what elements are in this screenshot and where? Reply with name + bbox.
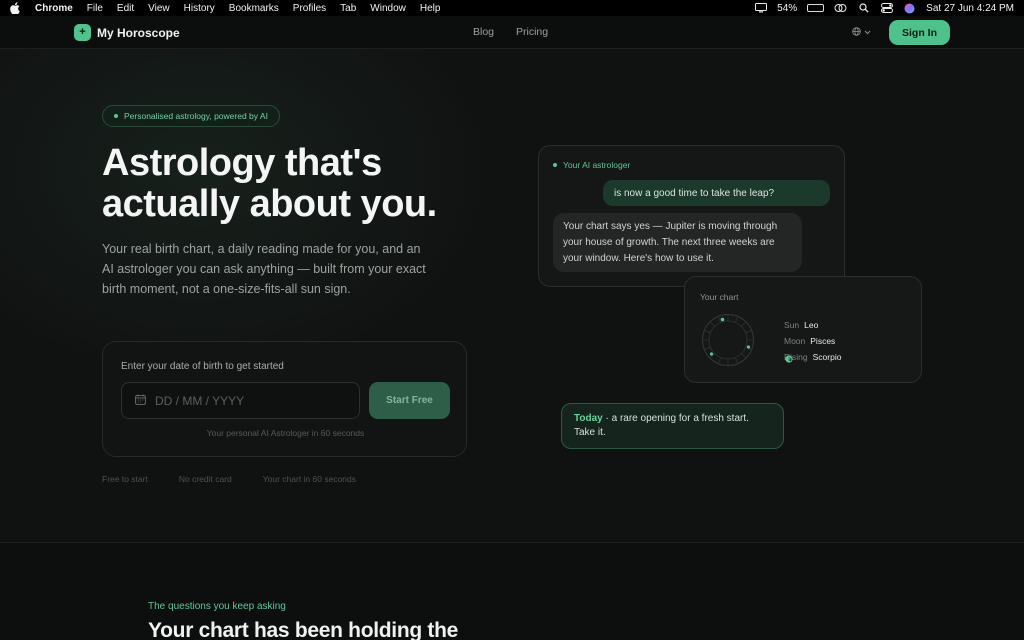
menu-help[interactable]: Help: [420, 3, 441, 14]
perk-free: Free to start: [102, 474, 148, 484]
menu-file[interactable]: File: [87, 3, 103, 14]
screen-mirroring-icon[interactable]: [834, 3, 847, 14]
today-reading-card: Today · a rare opening for a fresh start…: [561, 403, 784, 449]
search-icon[interactable]: [857, 3, 870, 14]
menu-tab[interactable]: Tab: [340, 3, 356, 14]
site-header: + My Horoscope Blog Pricing Sign In: [0, 16, 1024, 49]
menu-view[interactable]: View: [148, 3, 170, 14]
perk-no-card: No credit card: [178, 474, 232, 484]
hero-badge-text: Personalised astrology, powered by AI: [124, 111, 268, 121]
nav-pricing[interactable]: Pricing: [516, 26, 548, 38]
siri-icon[interactable]: [903, 3, 916, 14]
signup-card: Enter your date of birth to get started …: [102, 341, 467, 457]
hero-badge: Personalised astrology, powered by AI: [102, 105, 280, 127]
placements-list: Sun Leo Moon Pisces Rising Scorpio: [769, 319, 841, 363]
menu-app-chrome[interactable]: Chrome: [35, 3, 73, 14]
hero-title: Astrology that's actually about you.: [102, 142, 437, 225]
brand-logo-icon: +: [74, 24, 91, 41]
battery-percent: 54%: [777, 2, 798, 14]
display-icon[interactable]: [754, 3, 767, 14]
menu-bookmarks[interactable]: Bookmarks: [229, 3, 279, 14]
chat-header-text: Your AI astrologer: [563, 160, 631, 170]
perk-fast: Your chart in 60 seconds: [262, 474, 356, 484]
menu-history[interactable]: History: [184, 3, 215, 14]
macos-menu-bar: Chrome File Edit View History Bookmarks …: [0, 0, 1024, 16]
language-selector[interactable]: [852, 27, 871, 38]
chevron-down-icon: [864, 28, 871, 37]
user-message-bubble: is now a good time to take the leap?: [603, 180, 830, 206]
brand-name: My Horoscope: [97, 25, 180, 40]
start-free-button[interactable]: Start Free: [369, 382, 450, 419]
dob-input-wrapper[interactable]: [121, 382, 360, 419]
globe-icon: [852, 27, 861, 38]
main-nav: Blog Pricing: [473, 26, 548, 38]
dob-input[interactable]: [155, 393, 345, 408]
menubar-status-area: 54% Sat 27 Jun 4:24 PM: [754, 3, 1014, 14]
control-center-icon[interactable]: [880, 3, 893, 14]
ai-message-bubble: Your chart says yes — Jupiter is moving …: [553, 213, 802, 272]
chat-header: Your AI astrologer: [553, 160, 630, 170]
birth-chart-card: Your chart Sun Leo Moon Pisces Rising Sc…: [684, 276, 922, 383]
birth-chart-title: Your chart: [700, 292, 739, 302]
nav-blog[interactable]: Blog: [473, 26, 494, 38]
hero-subtitle: Your real birth chart, a daily reading m…: [102, 242, 426, 296]
menubar-clock[interactable]: Sat 27 Jun 4:24 PM: [926, 3, 1014, 14]
section-eyebrow: The questions you keep asking: [148, 601, 286, 612]
battery-icon[interactable]: [807, 4, 825, 12]
badge-dot-icon: [114, 114, 118, 118]
menu-edit[interactable]: Edit: [117, 3, 134, 14]
brand-link[interactable]: + My Horoscope: [74, 24, 180, 41]
online-dot-icon: [553, 163, 557, 167]
perks-list: Free to start No credit card Your chart …: [102, 474, 387, 484]
menu-profiles[interactable]: Profiles: [293, 3, 326, 14]
calendar-icon: [135, 392, 146, 410]
zodiac-wheel-icon: [701, 313, 755, 367]
menu-window[interactable]: Window: [370, 3, 406, 14]
placement-rising: Rising Scorpio: [784, 352, 842, 363]
ai-astrologer-chat-card: Your AI astrologer is now a good time to…: [538, 145, 845, 287]
today-tag: Today: [574, 413, 603, 424]
section-title: Your chart has been holding the: [148, 619, 459, 640]
sign-in-button[interactable]: Sign In: [889, 20, 950, 45]
placement-sun: Sun Leo: [769, 319, 841, 363]
dob-label: Enter your date of birth to get started: [121, 361, 284, 372]
placement-moon: Moon Pisces: [769, 335, 841, 363]
signup-note: Your personal AI Astrologer in 60 second…: [206, 428, 365, 438]
apple-logo-icon[interactable]: [10, 2, 21, 14]
